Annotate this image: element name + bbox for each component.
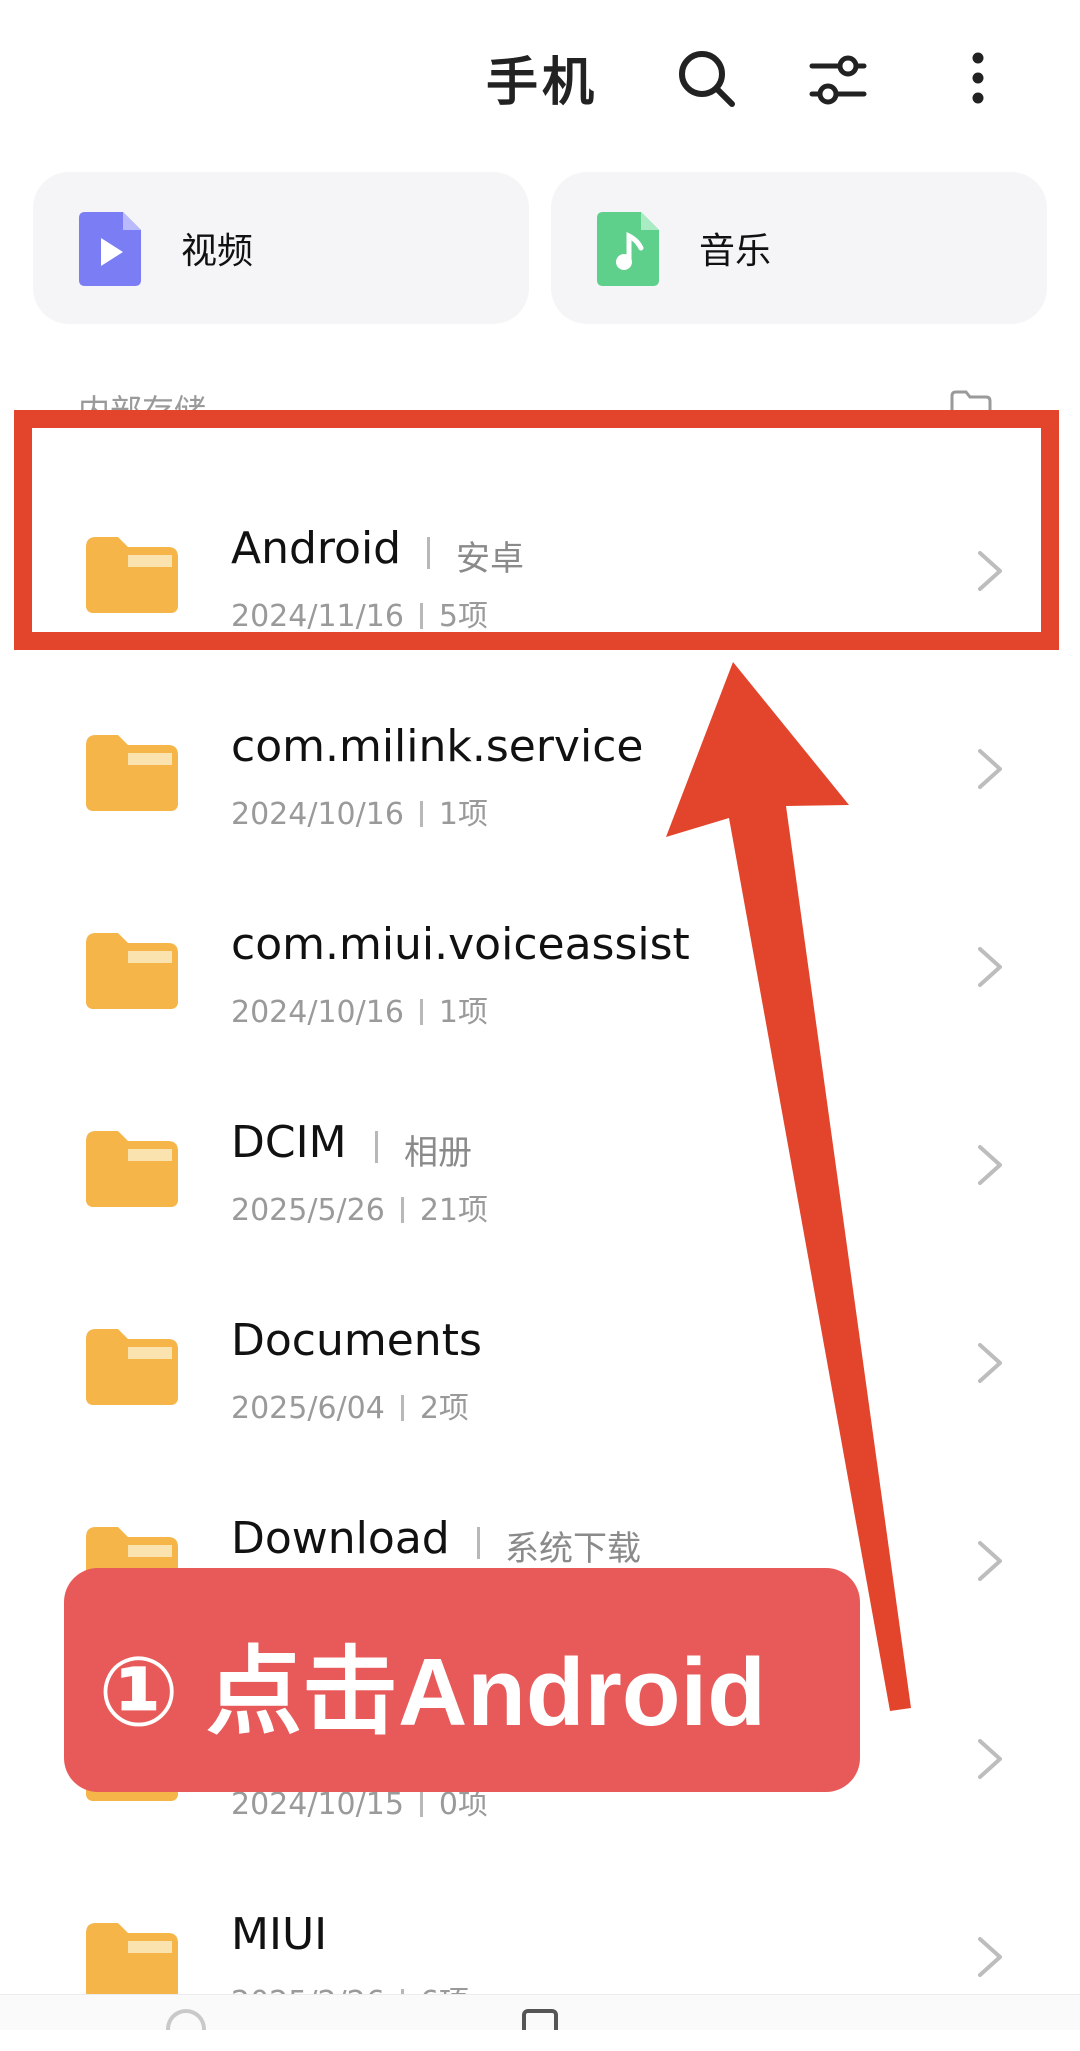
filter-button[interactable] — [798, 40, 878, 120]
filter-sliders-icon — [809, 55, 867, 105]
chevron-right-icon — [974, 1933, 1006, 1981]
quick-category-label: 视频 — [181, 231, 254, 272]
app-header: 手机 — [0, 0, 1080, 150]
meta-separator — [400, 1197, 404, 1223]
list-item-com-miui-voiceassist[interactable]: com.miui.voiceassist 2024/10/16 1项 — [0, 863, 1080, 1061]
file-name: DCIM — [231, 1117, 347, 1168]
meta-separator — [419, 801, 423, 827]
chevron-right-icon — [974, 943, 1006, 991]
tutorial-banner: ① 点击Android — [64, 1568, 860, 1792]
file-name: com.milink.service — [231, 721, 644, 772]
file-meta: 2025/5/26 21项 — [231, 1185, 488, 1229]
file-meta: 2025/6/04 2项 — [231, 1383, 469, 1427]
chevron-right-icon — [974, 1537, 1006, 1585]
file-meta: 2024/10/16 1项 — [231, 987, 488, 1031]
file-alias: 相册 — [404, 1133, 472, 1173]
folder-icon — [84, 733, 180, 813]
file-count: 0项 — [438, 1787, 489, 1822]
search-icon — [679, 51, 735, 107]
file-date: 2025/6/04 — [231, 1391, 385, 1426]
page-title: 手机 — [486, 53, 599, 113]
file-count: 1项 — [438, 797, 489, 832]
tutorial-highlight-box — [14, 410, 1059, 650]
chevron-right-icon — [974, 745, 1006, 793]
file-name: com.miui.voiceassist — [231, 919, 690, 970]
chevron-right-icon — [974, 1735, 1006, 1783]
file-count: 1项 — [438, 995, 489, 1030]
more-vertical-icon — [972, 52, 984, 104]
folder-icon — [84, 931, 180, 1011]
file-alias: 系统下载 — [505, 1529, 641, 1569]
chevron-right-icon — [974, 1339, 1006, 1387]
bottom-navigation — [0, 1994, 1080, 2030]
folder-icon — [84, 1129, 180, 1209]
quick-category-video[interactable]: 视频 — [33, 172, 529, 324]
recent-tab-icon[interactable] — [166, 2009, 206, 2030]
file-count: 21项 — [419, 1193, 489, 1228]
list-item-dcim[interactable]: DCIM 相册 2025/5/26 21项 — [0, 1061, 1080, 1259]
file-date: 2024/10/15 — [231, 1787, 404, 1822]
search-button[interactable] — [666, 40, 746, 120]
tutorial-banner-text: ① 点击Android — [98, 1639, 766, 1746]
alias-separator — [375, 1131, 378, 1163]
meta-separator — [400, 1395, 404, 1421]
more-options-button[interactable] — [940, 40, 1020, 120]
quick-category-label: 音乐 — [699, 231, 772, 272]
quick-category-music[interactable]: 音乐 — [551, 172, 1047, 324]
folder-icon — [84, 1921, 180, 2001]
chevron-right-icon — [974, 1141, 1006, 1189]
file-date: 2025/5/26 — [231, 1193, 385, 1228]
file-date: 2024/10/16 — [231, 995, 404, 1030]
video-file-icon — [75, 208, 145, 288]
file-name: Download — [231, 1513, 450, 1564]
alias-separator — [477, 1527, 480, 1559]
folder-icon — [84, 1327, 180, 1407]
music-file-icon — [593, 208, 663, 288]
file-name: Documents — [231, 1315, 482, 1366]
file-name: MIUI — [231, 1909, 328, 1960]
list-item-com-milink-service[interactable]: com.milink.service 2024/10/16 1项 — [0, 665, 1080, 863]
file-date: 2024/10/16 — [231, 797, 404, 832]
file-meta: 2024/10/16 1项 — [231, 789, 488, 833]
meta-separator — [419, 1791, 423, 1817]
meta-separator — [419, 999, 423, 1025]
phone-tab-icon[interactable] — [522, 2009, 558, 2030]
list-item-documents[interactable]: Documents 2025/6/04 2项 — [0, 1259, 1080, 1457]
file-count: 2项 — [419, 1391, 469, 1426]
